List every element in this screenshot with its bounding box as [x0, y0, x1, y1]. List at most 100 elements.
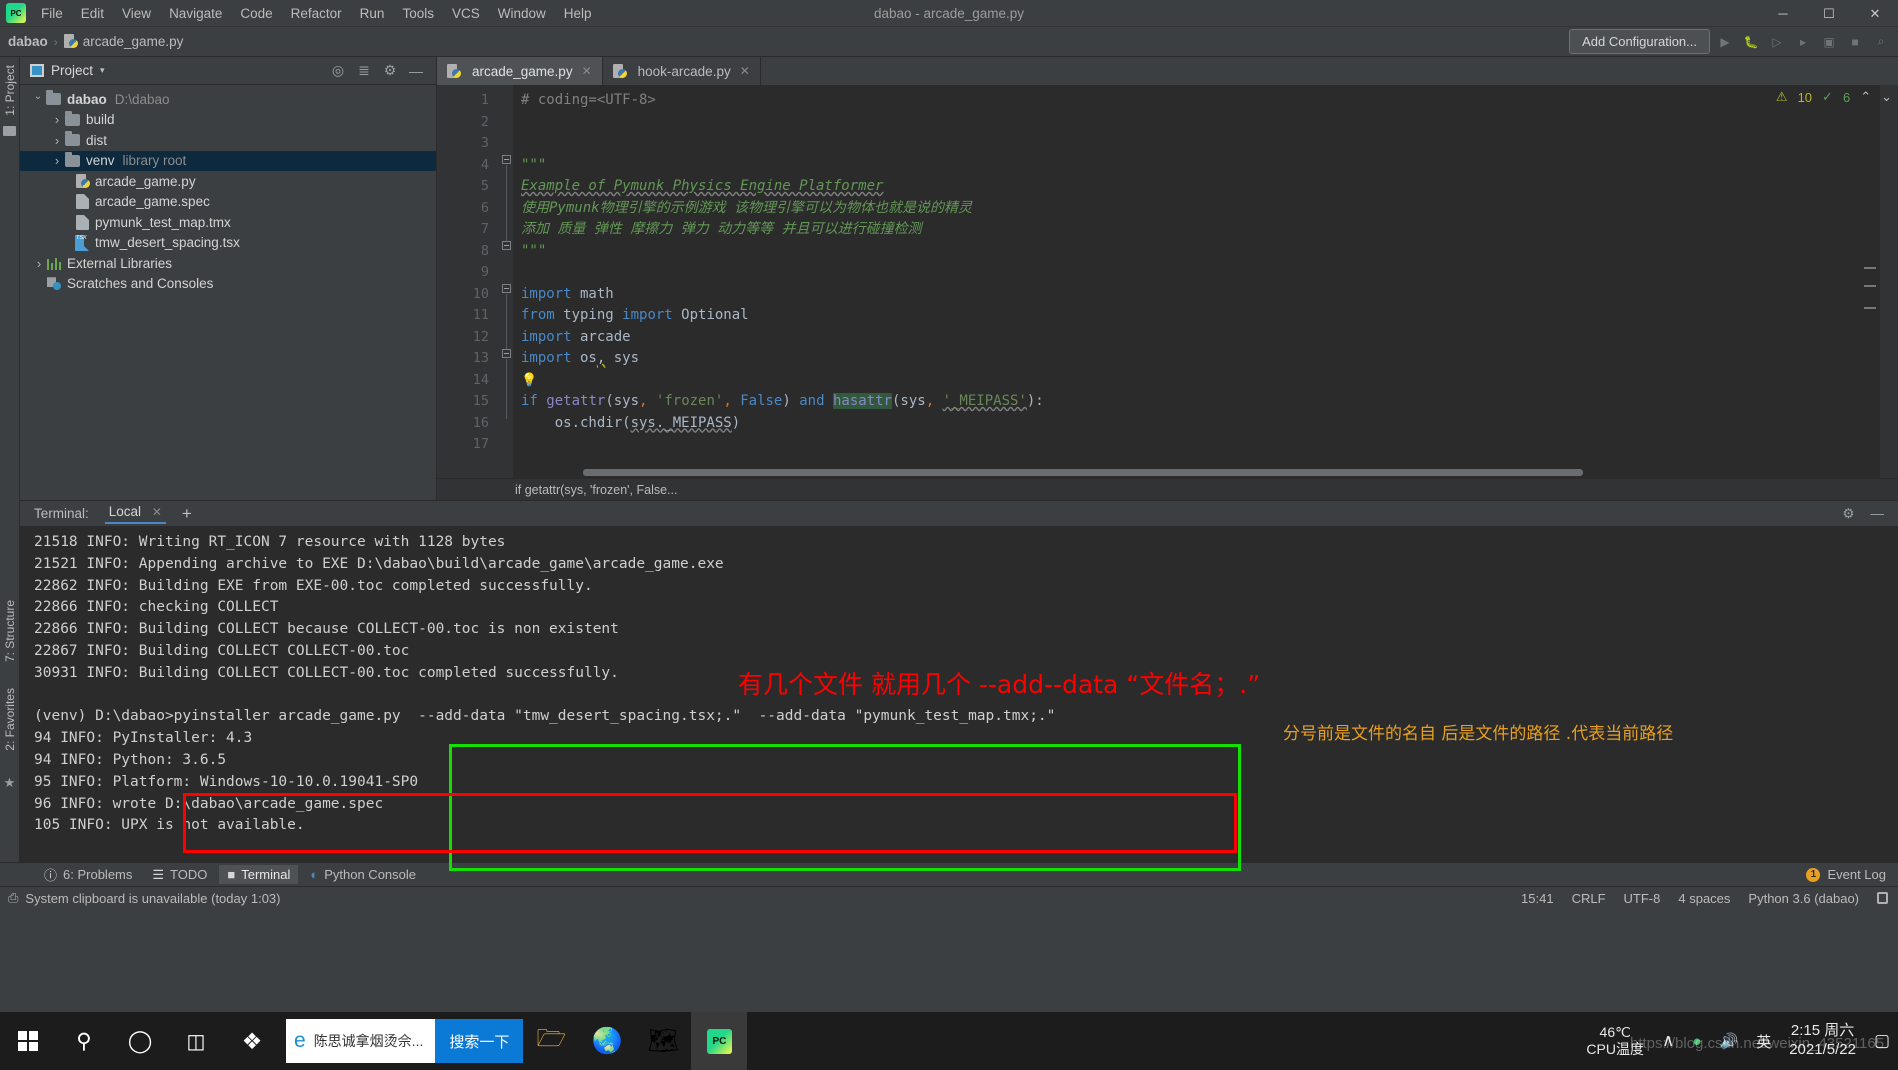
windows-start-icon[interactable]: [0, 1012, 56, 1070]
chevron-down-icon[interactable]: ▾: [100, 65, 105, 76]
chevron-right-icon[interactable]: [49, 153, 65, 168]
menu-view[interactable]: View: [113, 3, 160, 24]
file-explorer-icon[interactable]: 🗁: [523, 1012, 579, 1070]
chevron-up-icon[interactable]: ∧: [1662, 1031, 1674, 1051]
breadcrumb-file[interactable]: arcade_game.py: [63, 34, 183, 49]
next-problem-icon[interactable]: ⌄: [1881, 89, 1892, 105]
editor-breadcrumb[interactable]: if getattr(sys, 'frozen', False...: [437, 478, 1898, 500]
minimize-button[interactable]: ─: [1760, 0, 1806, 27]
pycharm-icon[interactable]: PC: [691, 1012, 748, 1070]
tab-hook-arcade-py[interactable]: hook-arcade.py ✕: [603, 57, 761, 85]
tree-item-arcade-game-py[interactable]: arcade_game.py: [20, 171, 436, 192]
attach-icon[interactable]: ▣: [1818, 31, 1840, 53]
settings-gear-icon[interactable]: ⚙: [382, 62, 398, 79]
intention-bulb-icon[interactable]: 💡: [521, 373, 537, 388]
menu-run[interactable]: Run: [351, 3, 394, 24]
tree-item-dist[interactable]: dist: [20, 130, 436, 151]
menu-help[interactable]: Help: [555, 3, 601, 24]
stop-icon[interactable]: ■: [1844, 31, 1866, 53]
prev-problem-icon[interactable]: ⌃: [1860, 89, 1871, 105]
menu-navigate[interactable]: Navigate: [160, 3, 231, 24]
close-icon[interactable]: ✕: [740, 64, 750, 78]
close-icon[interactable]: ✕: [152, 505, 162, 519]
notification-icon[interactable]: ▢: [1874, 1031, 1890, 1051]
new-terminal-tab-button[interactable]: +: [182, 504, 192, 524]
hide-icon[interactable]: —: [1871, 506, 1885, 521]
coverage-icon[interactable]: ▷: [1766, 31, 1788, 53]
fold-marker-docstring[interactable]: [502, 155, 511, 164]
run-icon[interactable]: ▶: [1714, 31, 1736, 53]
sidebar-item-structure[interactable]: 7: Structure: [3, 600, 17, 662]
menu-edit[interactable]: Edit: [72, 3, 113, 24]
taskbar-search-button[interactable]: 搜索一下: [435, 1019, 524, 1063]
tree-item-build[interactable]: build: [20, 110, 436, 131]
cpu-temp-widget[interactable]: 46℃ CPU温度: [1586, 1024, 1644, 1059]
sidebar-item-project[interactable]: 1: Project: [3, 65, 17, 116]
chrome-icon[interactable]: 🗺: [635, 1012, 691, 1070]
menu-tools[interactable]: Tools: [393, 3, 443, 24]
status-interpreter[interactable]: Python 3.6 (dabao): [1748, 891, 1859, 906]
event-log-label[interactable]: Event Log: [1827, 867, 1886, 882]
fold-marker-imports[interactable]: [502, 284, 511, 293]
add-configuration-button[interactable]: Add Configuration...: [1569, 29, 1710, 54]
taskbar-clock[interactable]: 2:15 周六 2021/5/22: [1789, 1022, 1856, 1060]
event-log-area[interactable]: 1 Event Log: [1806, 867, 1898, 882]
ime-indicator[interactable]: 英: [1756, 1031, 1771, 1052]
close-button[interactable]: ✕: [1852, 0, 1898, 27]
tree-item-external-libraries[interactable]: External Libraries: [20, 253, 436, 274]
close-icon[interactable]: ✕: [582, 64, 592, 78]
chevron-right-icon[interactable]: [49, 133, 65, 148]
menu-vcs[interactable]: VCS: [443, 3, 489, 24]
tool-button-terminal[interactable]: ■ Terminal: [219, 865, 299, 884]
chevron-right-icon[interactable]: [49, 112, 65, 127]
debug-icon[interactable]: 🐛: [1740, 31, 1762, 53]
structure-strip-icon[interactable]: [3, 125, 16, 136]
code-text[interactable]: # coding=<UTF-8> """ Example of Pymunk P…: [513, 85, 1898, 478]
tray-volume-icon[interactable]: 🔊: [1720, 1032, 1739, 1050]
chevron-down-icon[interactable]: [30, 94, 46, 105]
status-line-separator[interactable]: CRLF: [1572, 891, 1606, 906]
tool-button-problems[interactable]: ⓘ 6: Problems: [36, 863, 140, 886]
task-view-icon[interactable]: ◫: [168, 1012, 224, 1070]
status-encoding[interactable]: UTF-8: [1624, 891, 1661, 906]
tree-item-pymunk-test-map[interactable]: pymunk_test_map.tmx: [20, 212, 436, 233]
sogou-icon[interactable]: ❖: [224, 1012, 280, 1070]
fold-marker-docstring-end[interactable]: [502, 241, 511, 250]
cortana-icon[interactable]: ◯: [112, 1012, 168, 1070]
tray-network-icon[interactable]: ●: [1692, 1033, 1701, 1050]
favorites-star-icon[interactable]: ★: [4, 775, 16, 791]
hide-icon[interactable]: —: [408, 63, 424, 79]
tree-item-tmw-desert-spacing[interactable]: tmw_desert_spacing.tsx: [20, 233, 436, 254]
inspection-widget[interactable]: ⚠ 10 ✓ 6 ⌃ ⌄: [1776, 89, 1892, 105]
tool-button-todo[interactable]: ☰ TODO: [144, 865, 215, 885]
tool-button-python-console[interactable]: ◐ Python Console: [302, 865, 424, 884]
chevron-right-icon[interactable]: [31, 256, 47, 271]
status-indent[interactable]: 4 spaces: [1678, 891, 1730, 906]
firefox-icon[interactable]: 🌏: [579, 1012, 635, 1070]
menu-code[interactable]: Code: [231, 3, 281, 24]
menu-refactor[interactable]: Refactor: [282, 3, 351, 24]
locate-icon[interactable]: ◎: [330, 62, 346, 79]
tree-item-scratches[interactable]: Scratches and Consoles: [20, 274, 436, 295]
tree-item-arcade-game-spec[interactable]: arcade_game.spec: [20, 192, 436, 213]
tree-item-dabao[interactable]: dabao D:\dabao: [20, 89, 436, 110]
profile-icon[interactable]: ▸: [1792, 31, 1814, 53]
menu-file[interactable]: File: [32, 3, 72, 24]
fold-marker-imports-end[interactable]: [502, 349, 511, 358]
search-icon[interactable]: ⌕: [1870, 31, 1892, 53]
taskbar-search-box[interactable]: e 陈思诚拿烟烫佘...: [286, 1019, 436, 1063]
menu-window[interactable]: Window: [489, 3, 555, 24]
tree-item-venv[interactable]: venv library root: [20, 150, 436, 171]
maximize-button[interactable]: ☐: [1806, 0, 1852, 27]
gear-icon[interactable]: ⚙: [1842, 506, 1854, 522]
collapse-all-icon[interactable]: ≣: [356, 62, 372, 79]
tab-arcade-game-py[interactable]: arcade_game.py ✕: [437, 57, 603, 85]
sidebar-item-favorites[interactable]: 2: Favorites: [3, 688, 17, 751]
search-icon[interactable]: ⚲: [56, 1012, 112, 1070]
breadcrumb-project[interactable]: dabao: [8, 34, 48, 49]
editor-horizontal-scrollbar[interactable]: [583, 469, 1583, 476]
inspection-scrollbar[interactable]: [1880, 85, 1898, 478]
lock-icon[interactable]: [1877, 892, 1888, 904]
warning-triangle-icon: ⚠: [1775, 89, 1788, 104]
terminal-tab-local[interactable]: Local ✕: [104, 504, 166, 524]
